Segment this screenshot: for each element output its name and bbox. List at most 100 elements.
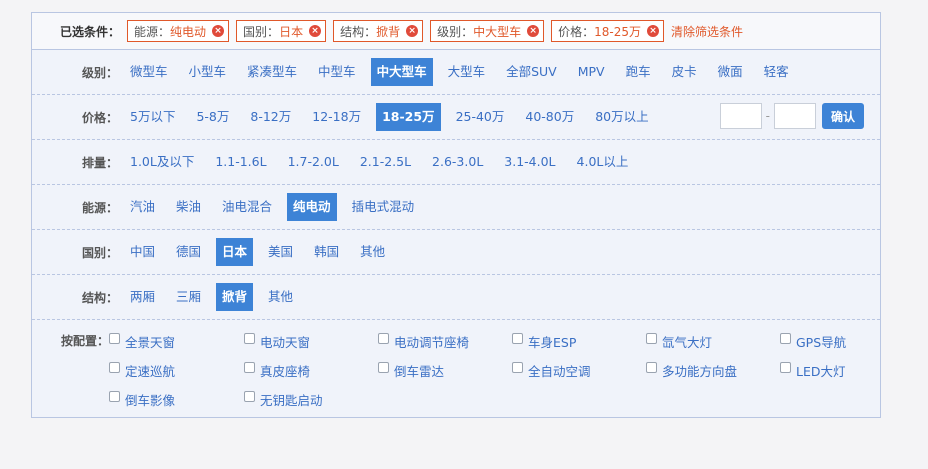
energy-option[interactable]: 油电混合 — [216, 193, 278, 221]
country-options: 中国 德国 日本 美国 韩国 其他 — [124, 238, 400, 266]
country-option[interactable]: 德国 — [170, 238, 207, 266]
structure-option[interactable]: 两厢 — [124, 283, 161, 311]
selected-chip-structure[interactable]: 结构： 掀背 × — [333, 20, 424, 42]
level-option[interactable]: 跑车 — [620, 58, 657, 86]
checkbox[interactable] — [244, 332, 255, 344]
config-option[interactable]: GPS导航 — [780, 332, 880, 350]
level-option[interactable]: 轻客 — [758, 58, 795, 86]
structure-option-selected[interactable]: 掀背 — [216, 283, 254, 311]
checkbox[interactable] — [244, 390, 255, 402]
energy-option-selected[interactable]: 纯电动 — [287, 193, 337, 221]
checkbox[interactable] — [780, 361, 791, 373]
selected-chip-level[interactable]: 级别： 中大型车 × — [430, 20, 545, 42]
filter-row-energy: 能源： 汽油 柴油 油电混合 纯电动 插电式混动 — [32, 185, 880, 230]
config-option-label: 定速巡航 — [125, 363, 176, 379]
checkbox[interactable] — [244, 361, 255, 373]
checkbox[interactable] — [512, 361, 523, 373]
row-label-level: 级别： — [81, 65, 118, 80]
config-option[interactable]: LED大灯 — [780, 361, 880, 379]
config-option[interactable]: 多功能方向盘 — [646, 361, 780, 379]
level-option[interactable]: MPV — [572, 58, 611, 86]
price-option[interactable]: 12-18万 — [306, 103, 367, 131]
price-min-input[interactable] — [719, 103, 762, 129]
config-option[interactable]: 氙气大灯 — [646, 332, 780, 350]
price-option[interactable]: 5-8万 — [190, 103, 235, 131]
displacement-option[interactable]: 4.0L以上 — [571, 148, 635, 176]
displacement-option[interactable]: 1.0L及以下 — [124, 148, 200, 176]
price-option[interactable]: 25-40万 — [450, 103, 511, 131]
price-option[interactable]: 5万以下 — [124, 103, 181, 131]
config-option[interactable]: 车身ESP — [512, 332, 646, 350]
level-option[interactable]: 中型车 — [312, 58, 362, 86]
country-option-selected[interactable]: 日本 — [216, 238, 254, 266]
level-option[interactable]: 大型车 — [442, 58, 492, 86]
level-option[interactable]: 微型车 — [124, 58, 174, 86]
checkbox[interactable] — [646, 361, 657, 373]
selected-chip-country[interactable]: 国别： 日本 × — [236, 20, 327, 42]
remove-chip-icon[interactable]: × — [309, 25, 322, 37]
checkbox[interactable] — [109, 390, 120, 402]
selected-chips: 能源： 纯电动 × 国别： 日本 × 结构： 掀背 × 级别： 中大型车 × 价格： 18-25万 × — [127, 20, 671, 42]
country-option[interactable]: 韩国 — [308, 238, 345, 266]
structure-option[interactable]: 三厢 — [170, 283, 207, 311]
level-option[interactable]: 小型车 — [183, 58, 233, 86]
filter-row-displacement: 排量： 1.0L及以下 1.1-1.6L 1.7-2.0L 2.1-2.5L 2.6-3… — [32, 140, 880, 185]
remove-chip-icon[interactable]: × — [406, 25, 419, 37]
config-option[interactable]: 倒车影像 — [109, 390, 244, 408]
config-option[interactable]: 全景天窗 — [109, 332, 244, 350]
config-option[interactable]: 全自动空调 — [512, 361, 646, 379]
checkbox[interactable] — [109, 332, 120, 344]
config-option[interactable]: 电动天窗 — [244, 332, 378, 350]
level-option[interactable]: 微面 — [712, 58, 749, 86]
price-option[interactable]: 8-12万 — [244, 103, 297, 131]
config-option-label: 氙气大灯 — [662, 334, 713, 350]
energy-options: 汽油 柴油 油电混合 纯电动 插电式混动 — [124, 193, 429, 221]
level-option-selected[interactable]: 中大型车 — [370, 58, 433, 86]
level-option[interactable]: 皮卡 — [666, 58, 703, 86]
config-option[interactable]: 真皮座椅 — [244, 361, 378, 379]
checkbox[interactable] — [780, 332, 791, 344]
remove-chip-icon[interactable]: × — [527, 25, 540, 37]
config-option-label: 倒车影像 — [125, 392, 176, 408]
remove-chip-icon[interactable]: × — [212, 25, 225, 37]
displacement-option[interactable]: 2.6-3.0L — [426, 148, 489, 176]
clear-filters-link[interactable]: 清除筛选条件 — [671, 23, 743, 40]
checkbox[interactable] — [646, 332, 657, 344]
country-option[interactable]: 中国 — [124, 238, 161, 266]
level-options: 微型车 小型车 紧凑型车 中型车 中大型车 大型车 全部SUV MPV 跑车 皮卡 微面 轻客 — [124, 58, 804, 86]
config-option[interactable]: 倒车雷达 — [378, 361, 512, 379]
checkbox[interactable] — [512, 332, 523, 344]
energy-option[interactable]: 柴油 — [170, 193, 207, 221]
config-option[interactable]: 无钥匙启动 — [244, 390, 378, 408]
price-max-input[interactable] — [773, 103, 816, 129]
config-option[interactable]: 电动调节座椅 — [378, 332, 512, 350]
row-label-displacement: 排量： — [81, 155, 118, 170]
chip-value: 纯电动 — [170, 24, 207, 39]
checkbox[interactable] — [378, 361, 389, 373]
level-option[interactable]: 全部SUV — [500, 58, 563, 86]
remove-chip-icon[interactable]: × — [647, 25, 660, 37]
price-option[interactable]: 80万以上 — [589, 103, 654, 131]
displacement-option[interactable]: 3.1-4.0L — [498, 148, 561, 176]
chip-key: 结构： — [340, 24, 377, 39]
chip-key: 级别： — [437, 24, 474, 39]
config-option[interactable]: 定速巡航 — [109, 361, 244, 379]
displacement-option[interactable]: 2.1-2.5L — [354, 148, 417, 176]
price-confirm-button[interactable]: 确认 — [821, 103, 864, 129]
level-option[interactable]: 紧凑型车 — [241, 58, 303, 86]
structure-option[interactable]: 其他 — [262, 283, 299, 311]
config-option-label: 真皮座椅 — [260, 363, 311, 379]
country-option[interactable]: 其他 — [354, 238, 391, 266]
selected-chip-price[interactable]: 价格： 18-25万 × — [551, 20, 665, 42]
checkbox[interactable] — [378, 332, 389, 344]
checkbox[interactable] — [109, 361, 120, 373]
price-option[interactable]: 40-80万 — [519, 103, 580, 131]
energy-option[interactable]: 插电式混动 — [346, 193, 421, 221]
displacement-option[interactable]: 1.1-1.6L — [209, 148, 272, 176]
displacement-option[interactable]: 1.7-2.0L — [282, 148, 345, 176]
selected-chip-energy[interactable]: 能源： 纯电动 × — [127, 20, 230, 42]
car-filter-panel: 已选条件： 能源： 纯电动 × 国别： 日本 × 结构： 掀背 × 级别： 中大型车 × 价格： 18-2… — [31, 12, 881, 418]
price-option-selected[interactable]: 18-25万 — [376, 103, 441, 131]
country-option[interactable]: 美国 — [262, 238, 299, 266]
energy-option[interactable]: 汽油 — [124, 193, 161, 221]
